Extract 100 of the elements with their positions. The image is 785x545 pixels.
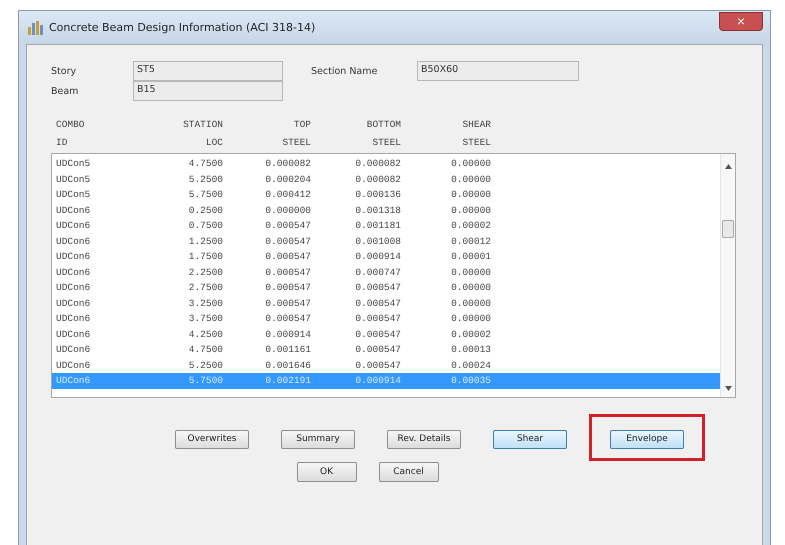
table-cell-text: UDCon6 xyxy=(56,251,92,262)
column-subheader: STEEL xyxy=(372,137,401,148)
text-field[interactable]: B15 xyxy=(133,81,283,101)
table-cell-text: 0.000547 xyxy=(264,282,311,294)
table-cell-text: 1.7500 xyxy=(188,251,223,262)
scroll-down-icon[interactable] xyxy=(724,386,732,391)
table-cell-text: 0.000547 xyxy=(264,236,311,247)
list-row[interactable]: UDCon5 5.7500 0.000412 0.000136 0.00000 xyxy=(52,187,720,202)
list-row[interactable]: UDCon6 1.7500 0.000547 0.000914 0.00001 xyxy=(52,249,720,264)
table-cell-text: 0.001181 xyxy=(354,220,401,232)
window-title: Concrete Beam Design Information (ACI 318-14) xyxy=(49,21,316,34)
table-cell-text: 5.2500 xyxy=(188,174,223,185)
list-row[interactable]: UDCon6 3.7500 0.000547 0.000547 0.00000 xyxy=(52,311,720,326)
text-field[interactable]: B50X60 xyxy=(417,61,579,81)
table-cell-text: UDCon6 xyxy=(56,220,92,232)
table-cell-text: UDCon6 xyxy=(56,236,92,247)
table-cell-text: 0.000000 xyxy=(264,204,311,216)
column-header: SHEAR xyxy=(462,119,491,130)
table-cell-text: 0.000547 xyxy=(354,313,401,324)
field-label: Beam xyxy=(51,86,80,96)
table-cell-text: 0.00000 xyxy=(450,174,491,185)
table-cell-text: UDCon6 xyxy=(56,298,92,309)
table-cell-text: 0.00000 xyxy=(450,189,491,200)
table-cell-text: 0.002191 xyxy=(264,375,311,386)
scroll-up-icon[interactable] xyxy=(724,164,732,169)
table-cell-text: UDCon6 xyxy=(56,344,92,356)
scrollbar[interactable] xyxy=(720,154,735,397)
table-cell-text: 0.00024 xyxy=(450,360,491,371)
column-header: TOP xyxy=(294,119,311,130)
list-row[interactable]: UDCon5 4.7500 0.000082 0.000082 0.00000 xyxy=(52,156,720,172)
table-cell-text: 1.2500 xyxy=(188,236,223,247)
table-cell-text: 0.000082 xyxy=(354,158,401,170)
table-cell-text: 0.000914 xyxy=(354,251,401,262)
table-cell-text: 0.000547 xyxy=(354,344,401,356)
list-row[interactable]: UDCon6 2.7500 0.000547 0.000547 0.00000 xyxy=(52,280,720,296)
table-cell-text: 0.001008 xyxy=(354,236,401,247)
column-header: BOTTOM xyxy=(366,119,401,130)
table-cell-text: 4.7500 xyxy=(188,344,223,356)
table-cell-text: 0.00013 xyxy=(450,344,491,356)
list-row[interactable]: UDCon6 1.2500 0.000547 0.001008 0.00012 xyxy=(52,234,720,249)
table-cell-text: 0.00000 xyxy=(450,204,491,216)
dialog-button[interactable]: Envelope xyxy=(610,430,684,448)
list-row[interactable]: UDCon6 4.2500 0.000914 0.000547 0.00002 xyxy=(52,326,720,342)
table-cell-text: 5.7500 xyxy=(188,189,223,200)
table-cell-text: UDCon6 xyxy=(56,313,92,324)
table-cell-text: 0.00035 xyxy=(450,375,491,386)
app-icon xyxy=(28,20,44,34)
close-button[interactable]: × xyxy=(719,12,763,30)
table-cell-text: 0.000747 xyxy=(354,266,401,278)
table-cell-text: 0.000914 xyxy=(354,375,401,386)
table-cell-text: 0.001161 xyxy=(264,344,311,356)
table-cell-text: 0.7500 xyxy=(188,220,223,232)
dialog-button[interactable]: Summary xyxy=(281,430,355,448)
list-row[interactable]: UDCon6 0.2500 0.000000 0.001318 0.00000 xyxy=(52,202,720,218)
dialog-button[interactable]: Shear xyxy=(493,430,567,448)
table-cell-text: 0.000547 xyxy=(354,298,401,309)
dialog-button[interactable]: Rev. Details xyxy=(387,430,461,448)
table-cell-text: UDCon5 xyxy=(56,174,92,185)
column-header: COMBO xyxy=(56,119,85,130)
table-cell-text: 4.2500 xyxy=(188,328,223,340)
table-cell-text: 5.7500 xyxy=(188,375,223,386)
table-cell-text: 0.000082 xyxy=(354,174,401,185)
table-cell-text: 0.000136 xyxy=(354,189,401,200)
text-field[interactable]: ST5 xyxy=(133,61,283,81)
column-subheader: STEEL xyxy=(282,137,311,148)
dialog-button[interactable]: Cancel xyxy=(378,462,438,482)
field-label: Section Name xyxy=(311,66,378,76)
column-header: STATION xyxy=(183,119,223,130)
table-cell-text: UDCon6 xyxy=(56,360,92,371)
table-cell-text: 2.7500 xyxy=(188,282,223,294)
table-cell-text: 0.000547 xyxy=(354,360,401,371)
list-row[interactable]: UDCon6 3.2500 0.000547 0.000547 0.00000 xyxy=(52,296,720,311)
table-cell-text: 0.000547 xyxy=(264,313,311,324)
table-cell-text: UDCon6 xyxy=(56,282,92,294)
list-row[interactable]: UDCon5 5.2500 0.000204 0.000082 0.00000 xyxy=(52,172,720,187)
list-row[interactable]: UDCon6 2.2500 0.000547 0.000747 0.00000 xyxy=(52,264,720,280)
scroll-thumb[interactable] xyxy=(722,220,734,238)
table-cell-text: 0.000547 xyxy=(354,282,401,294)
table-cell-text: 4.7500 xyxy=(188,158,223,170)
table-cell-text: 5.2500 xyxy=(188,360,223,371)
dialog-button[interactable]: Overwrites xyxy=(175,430,249,448)
table-cell-text: UDCon5 xyxy=(56,189,92,200)
table-cell-text: UDCon5 xyxy=(56,158,92,170)
table-cell-text: 0.00000 xyxy=(450,313,491,324)
column-subheader: ID xyxy=(56,137,68,148)
table-cell-text: 0.00001 xyxy=(450,251,491,262)
table-cell-text: 0.00002 xyxy=(450,220,491,232)
table-cell-text: 0.001646 xyxy=(264,360,311,371)
table-cell-text: 0.00012 xyxy=(450,236,491,247)
dialog-button[interactable]: OK xyxy=(296,462,356,482)
table-cell-text: 0.000082 xyxy=(264,158,311,170)
table-cell-text: 0.001318 xyxy=(354,204,401,216)
table-cell-text: 0.00000 xyxy=(450,158,491,170)
list-row[interactable]: UDCon6 5.2500 0.001646 0.000547 0.00024 xyxy=(52,358,720,373)
table-cell-text: 0.000204 xyxy=(264,174,311,185)
list-row[interactable]: UDCon6 0.7500 0.000547 0.001181 0.00002 xyxy=(52,218,720,234)
table-cell-text: UDCon6 xyxy=(56,204,92,216)
table-cell-text: 2.2500 xyxy=(188,266,223,278)
list-row[interactable]: UDCon6 4.7500 0.001161 0.000547 0.00013 xyxy=(52,342,720,358)
table-cell-text: 0.000547 xyxy=(264,251,311,262)
